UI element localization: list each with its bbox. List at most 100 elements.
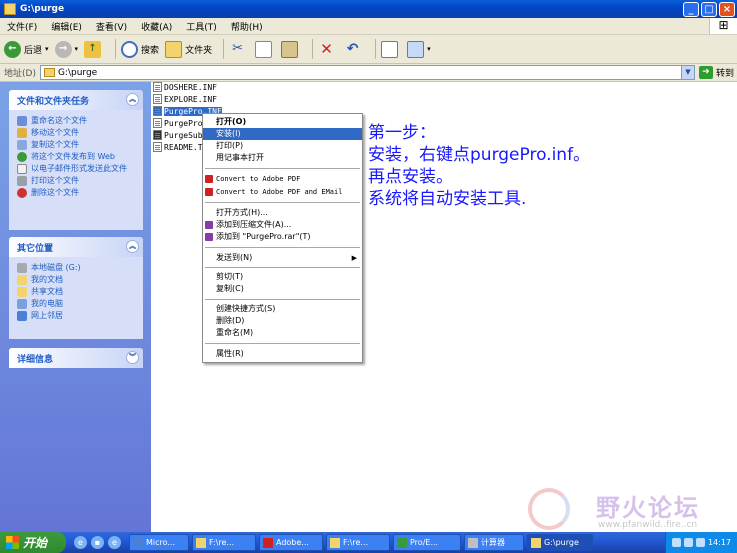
desktop-icon[interactable]: ▪	[91, 536, 104, 549]
maximize-button[interactable]: □	[701, 1, 717, 17]
menu-item-copy[interactable]: 复制(C)	[203, 283, 362, 295]
menu-help[interactable]: 帮助(H)	[224, 20, 270, 33]
taskbar-item[interactable]: Pro/E...	[393, 534, 461, 551]
file-item[interactable]: EXPLORE.INF	[153, 94, 217, 104]
menu-item-add-archive[interactable]: 添加到压缩文件(A)...	[203, 219, 362, 231]
start-label: 开始	[23, 536, 48, 550]
collapse-chevron-icon[interactable]: ︽	[126, 93, 139, 106]
windows-logo-icon	[6, 536, 19, 549]
file-item[interactable]: DOSHERE.INF	[153, 82, 217, 92]
place-network[interactable]: 网上邻居	[17, 311, 137, 321]
other-places-header[interactable]: 其它位置 ︽	[9, 237, 143, 257]
task-print[interactable]: 打印这个文件	[17, 176, 137, 186]
menu-item-print[interactable]: 打印(P)	[203, 140, 362, 152]
task-publish-web[interactable]: 将这个文件发布到 Web	[17, 152, 137, 162]
explorer-icon[interactable]: e	[108, 536, 121, 549]
taskbar-item[interactable]: Micro...	[129, 534, 189, 551]
taskbar-item[interactable]: Adobe...	[259, 534, 323, 551]
taskbar-item[interactable]: 计算器	[464, 534, 524, 551]
task-delete[interactable]: 删除这个文件	[17, 188, 137, 198]
task-label: 重命名这个文件	[31, 116, 87, 125]
search-button[interactable]: 搜索	[121, 40, 159, 58]
menu-item-open-with[interactable]: 打开方式(H)...	[203, 207, 362, 219]
file-item[interactable]: PurgeSubs	[153, 130, 207, 140]
go-button[interactable]: 转到	[716, 66, 734, 79]
menu-item-create-shortcut[interactable]: 创建快捷方式(S)	[203, 303, 362, 315]
file-item[interactable]: PurgeProS	[153, 118, 207, 128]
folder-icon	[531, 537, 541, 548]
paste-button[interactable]	[281, 40, 301, 58]
menu-edit[interactable]: 编辑(E)	[44, 20, 89, 33]
menu-item-open-notepad[interactable]: 用记事本打开	[203, 152, 362, 164]
delete-button[interactable]: ✕	[318, 40, 338, 58]
properties-button[interactable]	[381, 40, 401, 58]
clock[interactable]: 14:17	[708, 538, 731, 547]
place-local-disk[interactable]: 本地磁盘 (G:)	[17, 263, 137, 273]
task-email[interactable]: 以电子邮件形式发送此文件	[17, 164, 137, 174]
up-folder-button[interactable]: ↑	[84, 40, 104, 58]
task-copy[interactable]: 复制这个文件	[17, 140, 137, 150]
menu-item-add-rar[interactable]: 添加到 "PurgePro.rar"(T)	[203, 231, 362, 243]
tray-icon[interactable]	[683, 538, 693, 547]
forward-button[interactable]: → ▾	[54, 40, 79, 58]
menu-item-convert-pdf-email[interactable]: Convert to Adobe PDF and EMail	[203, 186, 362, 198]
undo-button[interactable]: ↶	[344, 40, 364, 58]
start-button[interactable]: 开始	[0, 532, 66, 553]
menu-item-label: 添加到压缩文件(A)...	[216, 220, 292, 229]
menu-bar: 文件(F) 编辑(E) 查看(V) 收藏(A) 工具(T) 帮助(H) ⊞	[0, 18, 737, 35]
chevron-down-icon[interactable]: ▾	[427, 45, 431, 53]
views-button[interactable]: ▾	[407, 40, 431, 58]
up-folder-icon: ↑	[84, 40, 102, 58]
menu-item-rename[interactable]: 重命名(M)	[203, 327, 362, 339]
place-my-documents[interactable]: 我的文档	[17, 275, 137, 285]
menu-file[interactable]: 文件(F)	[0, 20, 44, 33]
minimize-button[interactable]: _	[683, 1, 699, 17]
menu-item-cut[interactable]: 剪切(T)	[203, 271, 362, 283]
close-button[interactable]: ×	[719, 1, 735, 17]
expand-chevron-icon[interactable]: ︾	[126, 351, 139, 364]
address-input[interactable]: G:\purge ▼	[39, 65, 695, 80]
file-tasks-header[interactable]: 文件和文件夹任务 ︽	[9, 90, 143, 110]
taskbar-item[interactable]: F:\re...	[326, 534, 390, 551]
toolbar-separator	[115, 39, 117, 59]
task-label: 将这个文件发布到 Web	[31, 152, 115, 161]
details-header[interactable]: 详细信息 ︾	[9, 348, 143, 368]
menu-separator	[205, 168, 360, 169]
cut-button[interactable]: ✂	[229, 40, 249, 58]
chevron-down-icon[interactable]: ▾	[45, 45, 49, 53]
menu-item-open[interactable]: 打开(O)	[203, 116, 362, 128]
menu-view[interactable]: 查看(V)	[89, 20, 134, 33]
ie-icon[interactable]: e	[74, 536, 87, 549]
menu-favorites[interactable]: 收藏(A)	[134, 20, 179, 33]
task-rename[interactable]: 重命名这个文件	[17, 116, 137, 126]
go-arrow-icon[interactable]: ➜	[698, 66, 713, 79]
menu-item-convert-pdf[interactable]: Convert to Adobe PDF	[203, 173, 362, 185]
rename-icon	[17, 116, 27, 126]
views-icon	[407, 40, 425, 58]
taskbar-item[interactable]: F:\re...	[192, 534, 256, 551]
menu-tools[interactable]: 工具(T)	[179, 20, 224, 33]
folders-button[interactable]: 文件夹	[165, 40, 212, 58]
file-name: PurgeProS	[164, 118, 208, 128]
file-item[interactable]: README.TX	[153, 142, 207, 152]
window-title: G:\purge	[20, 4, 65, 14]
menu-item-send-to[interactable]: 发送到(N) ▶	[203, 252, 362, 264]
place-shared-documents[interactable]: 共享文档	[17, 287, 137, 297]
menu-item-install[interactable]: 安装(I)	[203, 128, 362, 140]
place-my-computer[interactable]: 我的电脑	[17, 299, 137, 309]
back-arrow-icon: ←	[4, 40, 21, 58]
place-label: 本地磁盘 (G:)	[31, 263, 81, 272]
taskbar-item-active[interactable]: G:\purge	[527, 534, 593, 551]
menu-item-delete[interactable]: 删除(D)	[203, 315, 362, 327]
back-button[interactable]: ← 后退 ▾	[4, 40, 49, 58]
collapse-chevron-icon[interactable]: ︽	[126, 240, 139, 253]
chevron-down-icon[interactable]: ▾	[75, 45, 79, 53]
copy-icon	[17, 140, 27, 150]
copy-button[interactable]	[255, 40, 275, 58]
tray-icon[interactable]	[671, 538, 681, 547]
chevron-down-icon[interactable]: ▼	[680, 66, 694, 79]
menu-item-properties[interactable]: 属性(R)	[203, 348, 362, 360]
menu-item-label: Convert to Adobe PDF and EMail	[216, 188, 343, 196]
tray-icon[interactable]	[695, 538, 705, 547]
task-move[interactable]: 移动这个文件	[17, 128, 137, 138]
